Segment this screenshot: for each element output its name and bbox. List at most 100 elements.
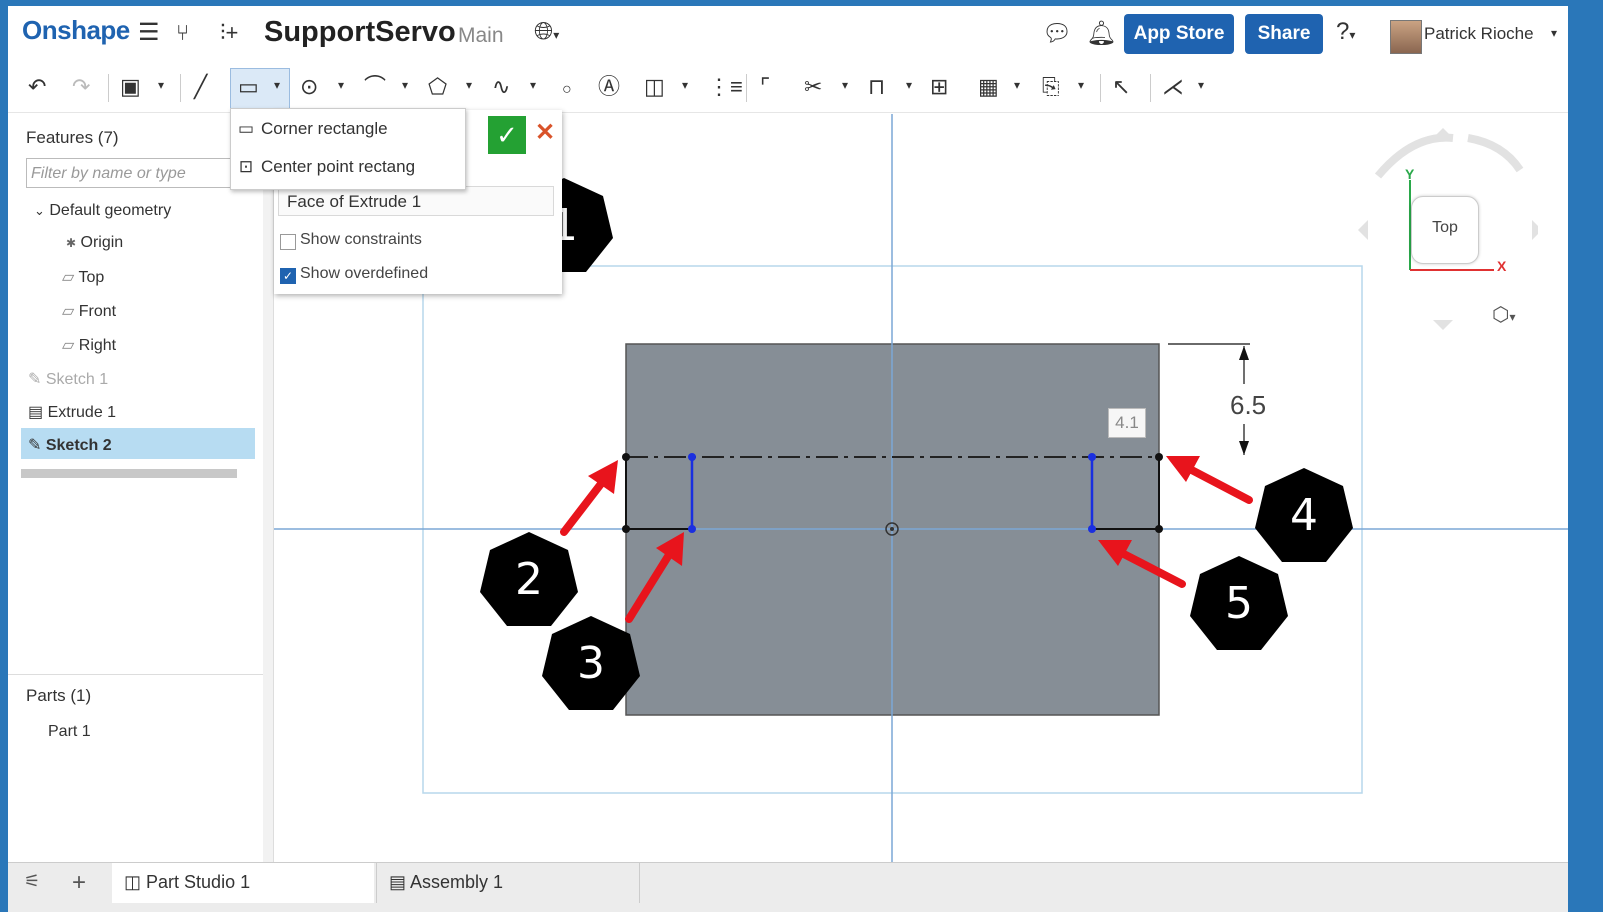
chevron-down-icon[interactable]: ▾ bbox=[1014, 78, 1020, 92]
tree-item-front-plane[interactable]: ▱ Front bbox=[62, 301, 116, 321]
rollback-bar[interactable] bbox=[21, 469, 237, 478]
point-tool-icon[interactable]: ○ bbox=[562, 77, 572, 103]
add-tab-icon[interactable]: + bbox=[72, 869, 86, 897]
show-constraints-checkbox[interactable] bbox=[280, 234, 296, 250]
chevron-down-icon[interactable]: ⌄ bbox=[34, 203, 45, 218]
polygon-tool-icon[interactable]: ⬠ bbox=[428, 74, 447, 100]
menu-item-corner-rectangle[interactable]: ▭ Corner rectangle bbox=[231, 111, 465, 147]
sketch-point[interactable] bbox=[688, 525, 696, 533]
chevron-down-icon[interactable]: ▾ bbox=[338, 78, 344, 92]
sketch-point[interactable] bbox=[1155, 453, 1163, 461]
part-item[interactable]: Part 1 bbox=[48, 723, 91, 741]
tree-item-label: Right bbox=[78, 337, 117, 354]
arc-tool-icon[interactable]: ⌒ bbox=[364, 74, 386, 100]
tab-part-studio-1[interactable]: ◫ Part Studio 1 bbox=[112, 863, 374, 903]
rectangle-tool-menu: ▭ Corner rectangle ⊡ Center point rectang bbox=[230, 108, 466, 190]
tab-manager-icon[interactable]: ⚟ bbox=[24, 871, 40, 892]
tree-item-top-plane[interactable]: ▱ Top bbox=[62, 267, 104, 287]
trim-tool-icon[interactable]: ✂ bbox=[804, 74, 822, 100]
circle-tool-icon[interactable]: ⊙ bbox=[300, 74, 318, 100]
sketch-point[interactable] bbox=[622, 453, 630, 461]
rotate-arrow-icon[interactable] bbox=[1374, 133, 1454, 179]
feature-filter-input[interactable]: Filter by name or type bbox=[26, 158, 244, 188]
avatar[interactable] bbox=[1390, 20, 1422, 54]
tree-item-sketch-1[interactable]: ✎ Sketch 1 bbox=[28, 369, 108, 389]
rectangle-dropdown-icon[interactable]: ▾ bbox=[274, 78, 280, 92]
center-rectangle-icon: ⊡ bbox=[238, 157, 254, 176]
onshape-logo[interactable]: Onshape bbox=[22, 15, 130, 46]
view-cube-top-face[interactable]: Top bbox=[1411, 196, 1479, 264]
sketch-plane-field[interactable]: Face of Extrude 1 bbox=[278, 186, 554, 216]
new-sketch-icon[interactable]: ▣ bbox=[120, 74, 141, 100]
cancel-x-button[interactable]: ✕ bbox=[532, 118, 558, 148]
dimension-input-box[interactable]: 4.1 bbox=[1108, 408, 1146, 438]
chevron-down-icon[interactable]: ▾ bbox=[530, 78, 536, 92]
feature-list-icon[interactable]: ⑂ bbox=[176, 20, 189, 46]
chevron-down-icon[interactable]: ▾ bbox=[906, 78, 912, 92]
arrow-up-icon[interactable] bbox=[1433, 128, 1453, 138]
arrow-right-icon[interactable] bbox=[1532, 220, 1538, 240]
tree-item-origin[interactable]: ✱ Origin bbox=[66, 234, 123, 252]
transform-tool-icon[interactable]: ⊞ bbox=[930, 74, 948, 100]
show-constraints-label[interactable]: Show constraints bbox=[300, 231, 422, 249]
undo-icon[interactable]: ↶ bbox=[28, 74, 46, 100]
document-title[interactable]: SupportServo bbox=[264, 16, 456, 49]
tree-item-right-plane[interactable]: ▱ Right bbox=[62, 335, 116, 355]
arrow-left-icon[interactable] bbox=[1358, 220, 1368, 240]
pattern-tool-icon[interactable]: ▦ bbox=[978, 74, 999, 100]
user-menu[interactable]: Patrick Rioche bbox=[1424, 24, 1534, 44]
fillet-tool-icon[interactable]: ⌜ bbox=[760, 74, 770, 100]
origin-icon: ✱ bbox=[66, 236, 77, 250]
spline-tool-icon[interactable]: ∿ bbox=[492, 74, 510, 100]
accept-check-button[interactable]: ✓ bbox=[488, 116, 526, 154]
bottom-tab-bar: ⚟ + ◫ Part Studio 1 ▤ Assembly 1 bbox=[8, 862, 1568, 912]
chevron-down-icon[interactable]: ▾ bbox=[158, 78, 164, 92]
offset-tool-icon[interactable]: ⊓ bbox=[868, 74, 885, 100]
import-dxf-icon[interactable]: ⎘ bbox=[1042, 74, 1060, 100]
chevron-down-icon[interactable]: ▾ bbox=[466, 78, 472, 92]
rectangle-tool-icon[interactable]: ▭ bbox=[238, 74, 259, 100]
sketch-point[interactable] bbox=[1088, 525, 1096, 533]
sketch-point[interactable] bbox=[1155, 525, 1163, 533]
redo-icon[interactable]: ↷ bbox=[72, 74, 90, 100]
help-icon[interactable]: ?▾ bbox=[1336, 18, 1355, 46]
sketch-point[interactable] bbox=[688, 453, 696, 461]
chevron-down-icon[interactable]: ▾ bbox=[402, 78, 408, 92]
text-tool-icon[interactable]: Ⓐ bbox=[598, 74, 620, 100]
dimension-tool-icon[interactable]: ⋌ bbox=[1162, 74, 1184, 100]
sketch-point[interactable] bbox=[1088, 453, 1096, 461]
show-overdefined-checkbox[interactable]: ✓ bbox=[280, 268, 296, 284]
show-overdefined-label[interactable]: Show overdefined bbox=[300, 265, 428, 283]
callout-number: 5 bbox=[1225, 578, 1253, 629]
menu-icon[interactable]: ☰ bbox=[138, 18, 160, 47]
chevron-down-icon[interactable]: ▾ bbox=[1551, 26, 1557, 40]
app-store-button[interactable]: App Store bbox=[1124, 14, 1234, 54]
comment-icon[interactable]: 💬︎ bbox=[1042, 19, 1072, 48]
add-variable-icon[interactable]: ⫶+ bbox=[220, 20, 238, 46]
mirror-tool-icon[interactable]: ⋮≡ bbox=[708, 74, 743, 100]
line-tool-icon[interactable]: ╱ bbox=[194, 74, 207, 100]
panel-scrollbar[interactable] bbox=[263, 114, 273, 866]
globe-icon[interactable]: 🌐︎▾ bbox=[534, 18, 559, 46]
sketch-point[interactable] bbox=[622, 525, 630, 533]
dimension-value[interactable]: 6.5 bbox=[1230, 390, 1266, 421]
tree-item-sketch-2[interactable]: ✎ Sketch 2 bbox=[28, 435, 112, 455]
tree-item-label: Sketch 1 bbox=[45, 371, 109, 388]
tab-label: Assembly 1 bbox=[410, 872, 504, 892]
chevron-down-icon[interactable]: ▾ bbox=[1198, 78, 1204, 92]
chevron-down-icon[interactable]: ▾ bbox=[1078, 78, 1084, 92]
tab-assembly-1[interactable]: ▤ Assembly 1 bbox=[376, 863, 640, 903]
chevron-down-icon[interactable]: ▾ bbox=[842, 78, 848, 92]
rotate-arrow-icon[interactable] bbox=[1467, 134, 1524, 173]
construction-tool-icon[interactable]: ◫ bbox=[644, 74, 665, 100]
tree-item-extrude-1[interactable]: ▤ Extrude 1 bbox=[28, 402, 116, 422]
menu-item-center-point-rectangle[interactable]: ⊡ Center point rectang bbox=[231, 149, 465, 185]
notification-bell-icon[interactable]: 🔔︎ bbox=[1086, 19, 1116, 48]
chevron-down-icon[interactable]: ▾ bbox=[682, 78, 688, 92]
view-options-icon[interactable]: ⬡▾ bbox=[1492, 302, 1516, 327]
tree-item-default-geometry[interactable]: ⌄ Default geometry bbox=[34, 202, 171, 220]
arrow-down-icon[interactable] bbox=[1433, 320, 1453, 330]
branch-name[interactable]: Main bbox=[458, 24, 504, 48]
use-tool-icon[interactable]: ↖ bbox=[1112, 74, 1130, 100]
share-button[interactable]: Share bbox=[1245, 14, 1323, 54]
